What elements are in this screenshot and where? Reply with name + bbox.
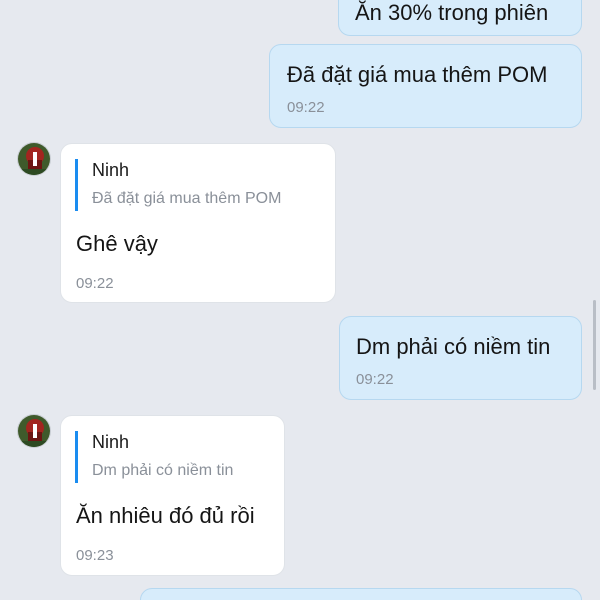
message-bubble-outgoing[interactable]: Đã đặt giá mua thêm POM 09:22: [269, 44, 582, 128]
reply-sender-name: Ninh: [92, 432, 130, 452]
message-text: Đã đặt giá mua thêm POM: [287, 62, 548, 87]
message-timestamp: 09:22: [356, 371, 394, 388]
reply-quote[interactable]: Ninh Dm phải có niềm tin: [75, 431, 233, 483]
contact-avatar-icon[interactable]: [17, 414, 51, 448]
reply-quoted-text: Đã đặt giá mua thêm POM: [92, 190, 282, 207]
message-bubble-incoming[interactable]: Ninh Dm phải có niềm tin Ăn nhiêu đó đủ …: [60, 415, 285, 576]
chat-message-list[interactable]: Ăn 30% trong phiên Đã đặt giá mua thêm P…: [0, 0, 600, 600]
message-text: Ghê vậy: [76, 231, 158, 256]
reply-quote[interactable]: Ninh Đã đặt giá mua thêm POM: [75, 159, 281, 211]
message-bubble-outgoing[interactable]: [140, 588, 582, 600]
reply-sender-name: Ninh: [92, 160, 130, 180]
message-text: Ăn nhiêu đó đủ rồi: [76, 503, 255, 528]
message-timestamp: 09:22: [76, 275, 114, 292]
message-timestamp: 09:23: [76, 547, 114, 564]
message-bubble-outgoing[interactable]: Ăn 30% trong phiên: [338, 0, 582, 36]
message-bubble-incoming[interactable]: Ninh Đã đặt giá mua thêm POM Ghê vậy 09:…: [60, 143, 336, 303]
message-text: Dm phải có niềm tin: [356, 334, 551, 359]
reply-quoted-text: Dm phải có niềm tin: [92, 462, 234, 479]
message-timestamp: 09:22: [287, 99, 325, 116]
contact-avatar-icon[interactable]: [17, 142, 51, 176]
message-text: Ăn 30% trong phiên: [355, 0, 549, 25]
chat-scrollbar[interactable]: [593, 300, 596, 390]
message-bubble-outgoing[interactable]: Dm phải có niềm tin 09:22: [339, 316, 582, 400]
